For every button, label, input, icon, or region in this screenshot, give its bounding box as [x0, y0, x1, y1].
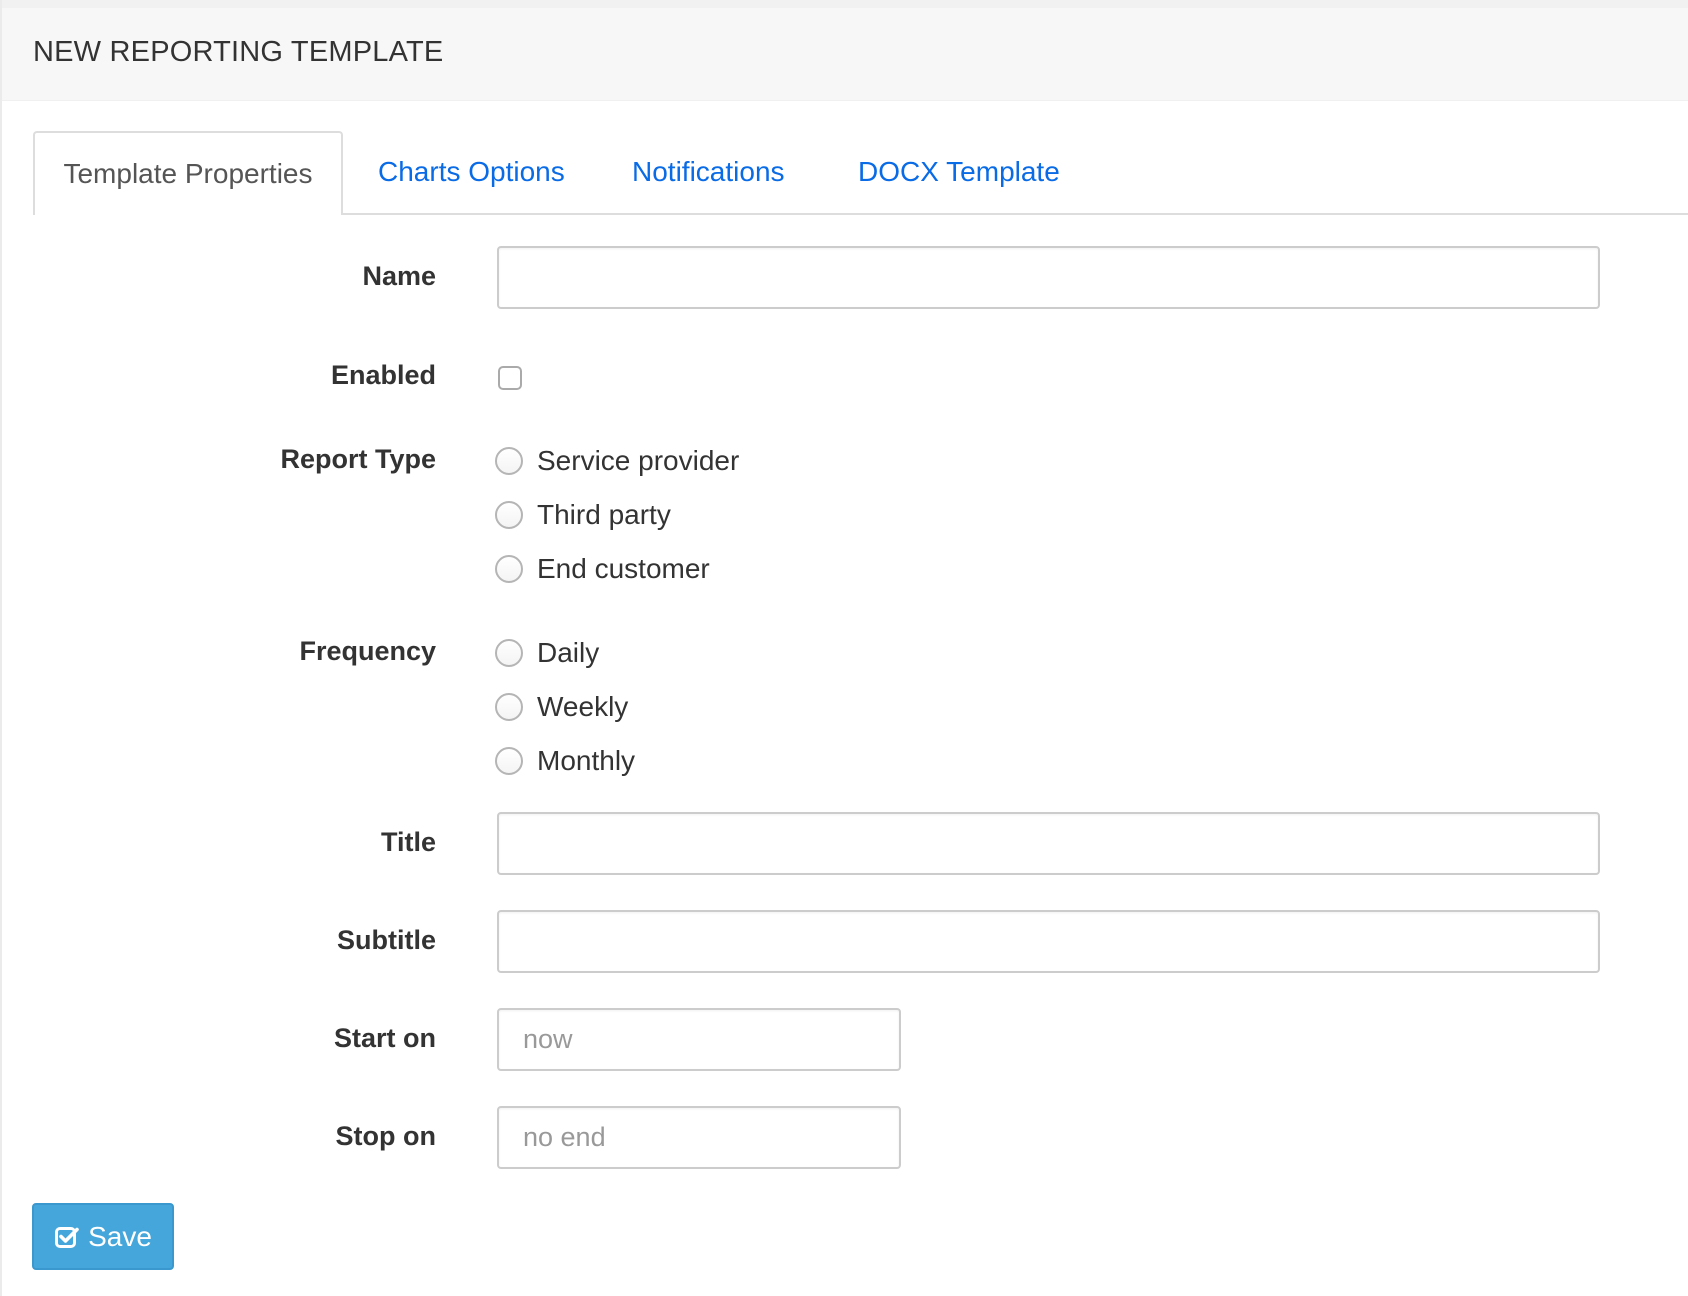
radio-button[interactable] [495, 555, 523, 583]
page-title: NEW REPORTING TEMPLATE [33, 36, 444, 68]
start-on-input[interactable] [497, 1008, 901, 1071]
enabled-checkbox[interactable] [498, 366, 522, 390]
radio-label: Monthly [537, 745, 636, 776]
radio-service-provider[interactable]: Service provider [495, 441, 739, 481]
radio-button[interactable] [495, 447, 523, 475]
save-button[interactable]: Save [32, 1203, 174, 1270]
radio-label: Third party [537, 499, 671, 530]
tab-docx-template[interactable]: DOCX Template [858, 131, 1060, 213]
radio-end-customer[interactable]: End customer [495, 549, 710, 589]
radio-label: End customer [537, 553, 710, 584]
tab-notifications[interactable]: Notifications [632, 131, 785, 213]
radio-button[interactable] [495, 501, 523, 529]
radio-button[interactable] [495, 747, 523, 775]
report-type-label: Report Type [280, 444, 436, 474]
enabled-label: Enabled [330, 360, 436, 390]
panel-header: NEW REPORTING TEMPLATE [2, 8, 1688, 101]
start-on-label: Start on [333, 1023, 436, 1053]
subtitle-input[interactable] [497, 910, 1600, 973]
tab-template-properties[interactable]: Template Properties [33, 131, 343, 215]
radio-monthly[interactable]: Monthly [495, 741, 635, 781]
radio-third-party[interactable]: Third party [495, 495, 671, 535]
stop-on-label: Stop on [335, 1121, 436, 1151]
radio-button[interactable] [495, 693, 523, 721]
radio-label: Weekly [537, 691, 629, 722]
stop-on-input[interactable] [497, 1106, 901, 1169]
radio-button[interactable] [495, 639, 523, 667]
check-square-icon [55, 1226, 79, 1248]
radio-daily[interactable]: Daily [495, 633, 599, 673]
page-edge [0, 0, 2, 1296]
radio-label: Daily [537, 637, 600, 668]
save-label: Save [88, 1220, 152, 1252]
name-label: Name [362, 261, 436, 291]
top-strip [0, 0, 1688, 8]
radio-weekly[interactable]: Weekly [495, 687, 628, 727]
radio-label: Service provider [537, 445, 740, 476]
title-label: Title [380, 827, 436, 857]
frequency-label: Frequency [299, 636, 436, 666]
tab-charts-options[interactable]: Charts Options [378, 131, 565, 213]
subtitle-label: Subtitle [337, 925, 436, 955]
tabs-divider [341, 213, 1688, 215]
name-input[interactable] [497, 246, 1600, 309]
title-input[interactable] [497, 812, 1600, 875]
